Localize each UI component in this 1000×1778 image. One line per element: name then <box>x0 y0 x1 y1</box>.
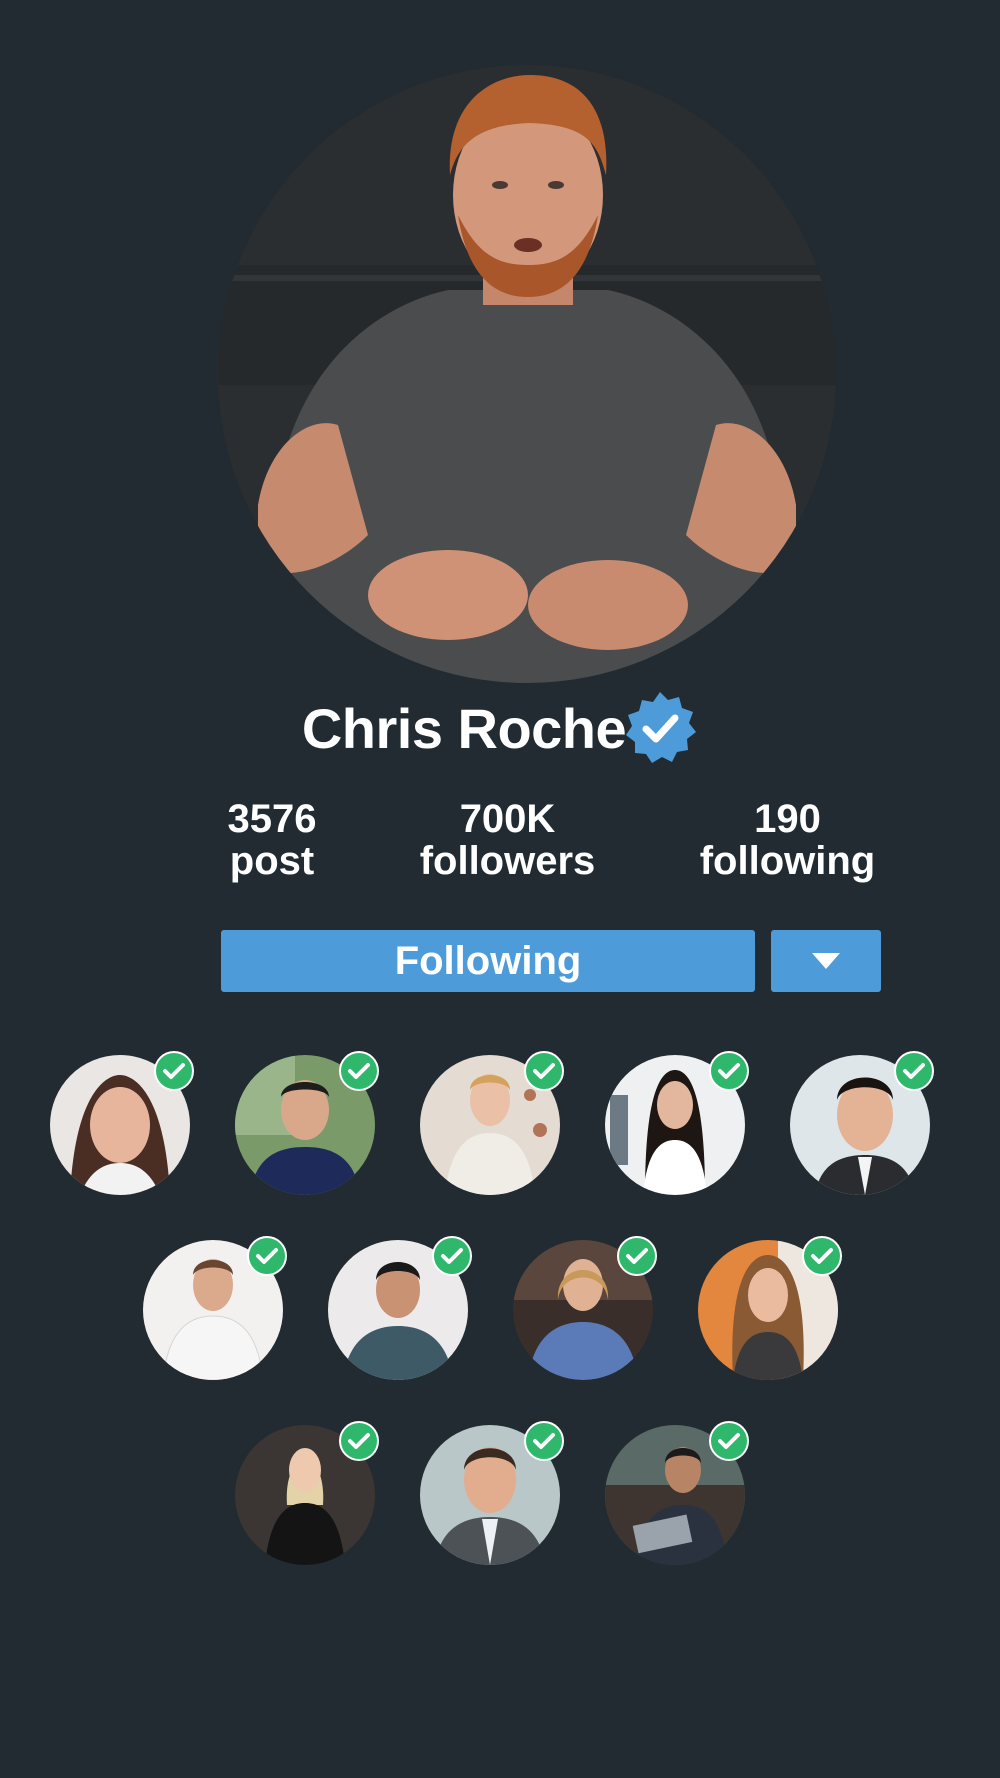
stat-followers[interactable]: 700K followers <box>395 798 620 882</box>
followed-account-avatar[interactable] <box>143 1236 287 1380</box>
stat-followers-value: 700K <box>459 797 556 841</box>
stat-following-label: following <box>699 839 876 883</box>
stat-posts[interactable]: 3576 post <box>192 798 352 882</box>
follow-options-dropdown[interactable] <box>771 930 881 992</box>
followed-account-avatar[interactable] <box>50 1051 194 1195</box>
followed-account-avatar[interactable] <box>513 1236 657 1380</box>
stat-posts-label: post <box>229 839 315 883</box>
stat-followers-label: followers <box>419 839 596 883</box>
followed-account-avatar[interactable] <box>605 1051 749 1195</box>
check-circle-icon <box>709 1421 749 1461</box>
stat-following-value: 190 <box>754 797 821 841</box>
stat-following[interactable]: 190 following <box>675 798 900 882</box>
followed-account-avatar[interactable] <box>790 1051 934 1195</box>
followed-account-avatar[interactable] <box>698 1236 842 1380</box>
followed-account-avatar[interactable] <box>235 1051 379 1195</box>
check-circle-icon <box>617 1236 657 1276</box>
check-circle-icon <box>339 1051 379 1091</box>
check-circle-icon <box>802 1236 842 1276</box>
verified-badge-icon <box>626 692 697 763</box>
followed-account-avatar[interactable] <box>420 1421 564 1565</box>
check-circle-icon <box>154 1051 194 1091</box>
profile-stats: 3576 post 700K followers 190 following <box>0 798 1000 898</box>
followed-account-avatar[interactable] <box>420 1051 564 1195</box>
profile-name: Chris Roche <box>301 696 627 760</box>
check-circle-icon <box>524 1421 564 1461</box>
caret-down-icon <box>812 953 840 969</box>
check-circle-icon <box>709 1051 749 1091</box>
check-circle-icon <box>894 1051 934 1091</box>
following-button[interactable]: Following <box>221 930 755 992</box>
check-circle-icon <box>339 1421 379 1461</box>
followed-account-avatar[interactable] <box>605 1421 749 1565</box>
check-circle-icon <box>524 1051 564 1091</box>
check-circle-icon <box>247 1236 287 1276</box>
profile-name-row: Chris Roche <box>0 690 1000 766</box>
profile-avatar[interactable] <box>218 65 836 683</box>
followed-account-avatar[interactable] <box>235 1421 379 1565</box>
followed-account-avatar[interactable] <box>328 1236 472 1380</box>
profile-photo <box>218 65 836 683</box>
check-circle-icon <box>432 1236 472 1276</box>
stat-posts-value: 3576 <box>227 797 317 841</box>
